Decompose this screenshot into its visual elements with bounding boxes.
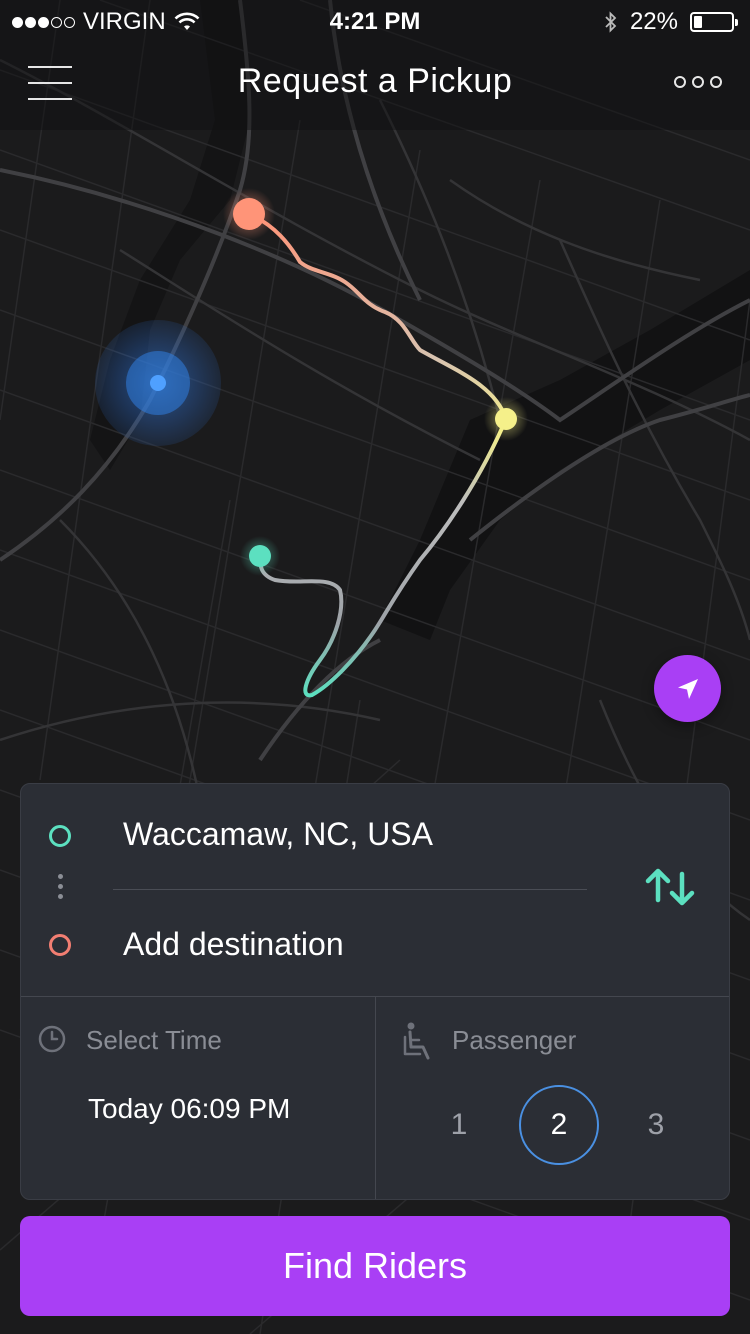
- more-dots-icon[interactable]: [674, 76, 722, 88]
- battery-percent: 22%: [629, 8, 678, 35]
- destination-marker-icon: [49, 934, 71, 956]
- navigation-arrow-icon: [677, 678, 698, 699]
- destination-field[interactable]: Add destination: [123, 926, 344, 963]
- locate-me-button[interactable]: [654, 655, 721, 722]
- find-riders-button[interactable]: Find Riders: [20, 1216, 730, 1316]
- passenger-option-3[interactable]: 3: [616, 1085, 696, 1165]
- swap-route-button[interactable]: [641, 864, 705, 914]
- clock-icon: [38, 1025, 66, 1053]
- passenger-option-1[interactable]: 1: [419, 1085, 499, 1165]
- pickup-marker[interactable]: [233, 198, 265, 230]
- origin-marker-icon: [49, 825, 71, 847]
- status-right: 22%: [604, 8, 738, 36]
- battery-level: [694, 16, 702, 28]
- page-title: Request a Pickup: [237, 62, 513, 100]
- origin-field[interactable]: Waccamaw, NC, USA: [123, 816, 433, 853]
- select-time-button[interactable]: Select Time Today 06:09 PM: [21, 997, 375, 1199]
- waypoint-marker[interactable]: [495, 408, 517, 430]
- route-connector-dots: [58, 874, 63, 899]
- passenger-label: Passenger: [452, 1025, 577, 1055]
- route-end-marker[interactable]: [249, 545, 271, 567]
- pickup-time-value: Today 06:09 PM: [88, 1093, 291, 1124]
- battery-icon: [690, 12, 738, 32]
- swap-arrows-icon: [645, 868, 695, 906]
- select-time-label: Select Time: [86, 1025, 222, 1055]
- bluetooth-icon: [605, 11, 617, 33]
- passenger-option-2[interactable]: 2: [519, 1085, 599, 1165]
- trip-details-card: Waccamaw, NC, USA Add destination Select…: [20, 783, 730, 1200]
- seat-icon: [403, 1022, 430, 1060]
- app-screen: VIRGIN 4:21 PM 22% Request a Pickup Wacc…: [0, 0, 750, 1334]
- current-location-dot[interactable]: [150, 375, 166, 391]
- route-divider: [113, 889, 587, 890]
- status-bar: VIRGIN 4:21 PM 22%: [0, 0, 750, 44]
- passenger-section: Passenger 1 2 3: [376, 997, 729, 1199]
- nav-bar: Request a Pickup: [0, 50, 750, 120]
- route-section: Waccamaw, NC, USA Add destination: [21, 784, 729, 996]
